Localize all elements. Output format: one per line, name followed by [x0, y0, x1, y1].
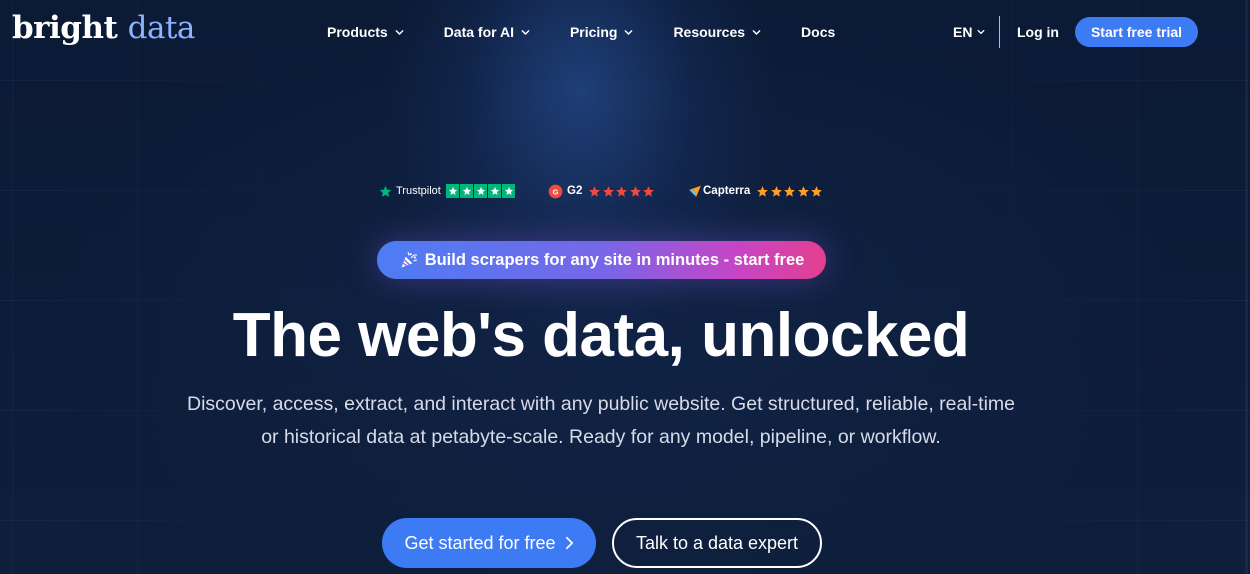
nav-item-label: Data for AI [443, 24, 514, 40]
capterra-logo-icon [689, 185, 701, 197]
chevron-down-icon [752, 29, 761, 35]
chevron-down-icon [978, 29, 985, 34]
language-label: EN [953, 24, 973, 40]
review-ratings: Trustpilot G G2 Capterra [0, 182, 1250, 202]
chevron-down-icon [521, 29, 530, 35]
scrollbar[interactable] [1245, 0, 1248, 574]
hero-title: The web's data, unlocked [232, 301, 970, 370]
g2-logo-icon: G [548, 184, 563, 198]
top-navigation: bright data Products Data for AI Pricing… [0, 0, 1250, 64]
rating-capterra[interactable]: Capterra [688, 182, 824, 200]
promo-banner[interactable]: Build scrapers for any site in minutes -… [377, 241, 826, 279]
star-icon [473, 184, 488, 198]
rating-name: Capterra [703, 185, 751, 197]
rating-trustpilot[interactable]: Trustpilot [379, 182, 516, 200]
party-popper-icon [401, 251, 417, 268]
rating-g2[interactable]: G G2 [548, 182, 656, 200]
star-icon [487, 184, 502, 198]
nav-item-resources[interactable]: Resources [673, 22, 761, 42]
hero-subtitle-line: Discover, access, extract, and interact … [186, 393, 1016, 415]
language-selector[interactable]: EN [953, 22, 985, 42]
star-icon [501, 184, 516, 198]
start-free-trial-button[interactable]: Start free trial [1075, 17, 1198, 47]
chevron-down-icon [395, 29, 404, 35]
brand-logo[interactable]: bright data [12, 8, 195, 48]
nav-item-docs[interactable]: Docs [801, 22, 835, 42]
logo-word-data: data [127, 10, 196, 46]
rating-name: G2 [567, 185, 583, 197]
star-icon [629, 185, 641, 197]
trustpilot-stars [445, 184, 516, 198]
star-icon [797, 185, 809, 197]
get-started-label: Get started for free [404, 532, 556, 553]
hero-subtitle-line: or historical data at petabyte-scale. Re… [261, 426, 941, 448]
g2-stars [588, 185, 656, 198]
chevron-down-icon [625, 29, 633, 35]
star-icon [757, 185, 769, 197]
star-icon [616, 185, 628, 197]
chevron-right-icon [565, 536, 573, 550]
star-icon [770, 185, 782, 197]
nav-item-label: Products [327, 24, 388, 40]
rating-name: Trustpilot [396, 185, 441, 197]
star-icon [459, 184, 474, 198]
background-grid [0, 0, 1250, 574]
star-icon [589, 185, 601, 197]
get-started-button[interactable]: Get started for free [382, 518, 596, 568]
trustpilot-star-icon [379, 185, 392, 197]
star-icon [811, 185, 823, 197]
nav-item-data-for-ai[interactable]: Data for AI [444, 22, 530, 42]
nav-divider [999, 16, 1000, 48]
talk-to-expert-button[interactable]: Talk to a data expert [612, 518, 822, 568]
main-menu: Products Data for AI Pricing Resources D… [327, 22, 835, 42]
capterra-stars [756, 185, 824, 198]
star-icon [445, 184, 460, 198]
login-link[interactable]: Log in [1017, 22, 1059, 42]
nav-item-pricing[interactable]: Pricing [570, 22, 633, 42]
svg-text:G: G [553, 187, 559, 196]
logo-word-bright: bright [12, 10, 118, 46]
nav-item-label: Resources [673, 24, 746, 40]
star-icon [602, 185, 614, 197]
nav-item-label: Pricing [569, 24, 618, 40]
nav-item-label: Docs [801, 24, 836, 40]
star-icon [643, 185, 655, 197]
nav-item-products[interactable]: Products [327, 22, 404, 42]
hero-subtitle: Discover, access, extract, and interact … [0, 388, 1202, 454]
promo-text: Build scrapers for any site in minutes -… [424, 250, 805, 269]
star-icon [784, 185, 796, 197]
